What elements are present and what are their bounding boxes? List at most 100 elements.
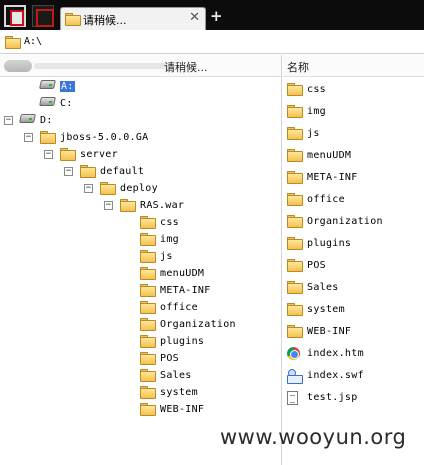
- tab-switcher-icon[interactable]: [32, 5, 54, 27]
- file-list-item[interactable]: office: [285, 191, 421, 209]
- tree-item-label: js: [160, 251, 173, 262]
- tree-item-label: A:: [60, 81, 75, 92]
- folder-icon: [287, 237, 303, 251]
- folder-icon: [287, 83, 303, 97]
- tree-item-label: menuUDM: [160, 268, 205, 279]
- tree-item-label: default: [100, 166, 145, 177]
- file-list-item[interactable]: system: [285, 301, 421, 319]
- tree-item-label: server: [80, 149, 118, 160]
- folder-icon: [287, 281, 303, 295]
- collapse-toggle-icon[interactable]: −: [4, 116, 13, 125]
- file-name: index.swf: [307, 370, 364, 381]
- file-list-item[interactable]: css: [285, 81, 421, 99]
- folder-icon: [287, 193, 303, 207]
- file-name: Sales: [307, 282, 339, 293]
- tree-item-label: RAS.war: [140, 200, 185, 211]
- tree-item-label: deploy: [120, 183, 158, 194]
- tree-item-label: css: [160, 217, 179, 228]
- folder-icon: [140, 335, 156, 349]
- file-list-item[interactable]: index.htm: [285, 345, 421, 363]
- file-list-item[interactable]: Sales: [285, 279, 421, 297]
- address-path[interactable]: A:\: [24, 36, 42, 47]
- folder-icon: [140, 267, 156, 281]
- file-list-item[interactable]: js: [285, 125, 421, 143]
- folder-icon: [140, 386, 156, 400]
- tree-column-title: 请稍候...: [164, 61, 208, 74]
- folder-icon: [140, 284, 156, 298]
- file-list-item[interactable]: index.swf: [285, 367, 421, 385]
- name-column-title: 名称: [287, 61, 309, 74]
- file-list-item[interactable]: Organization: [285, 213, 421, 231]
- watermark: www.wooyun.org: [220, 425, 407, 449]
- file-list-item[interactable]: META-INF: [285, 169, 421, 187]
- file-list-item[interactable]: menuUDM: [285, 147, 421, 165]
- tree-item-label: plugins: [160, 336, 205, 347]
- tree-item-label: office: [160, 302, 198, 313]
- file-list-item[interactable]: plugins: [285, 235, 421, 253]
- jsp-file-icon: [287, 391, 298, 408]
- folder-icon: [140, 403, 156, 417]
- drive-icon: [19, 114, 36, 126]
- file-name: css: [307, 84, 326, 95]
- folder-icon: [120, 199, 136, 213]
- file-name: js: [307, 128, 320, 139]
- chrome-icon: [287, 347, 300, 363]
- collapse-toggle-icon[interactable]: −: [44, 150, 53, 159]
- file-name: WEB-INF: [307, 326, 352, 337]
- folder-icon: [287, 127, 303, 141]
- tab-active[interactable]: 请稍候... ✕: [60, 7, 206, 30]
- folder-tree-pane: 请稍候... A: C: − D: − jboss-5.0.0.GA − server − def…: [0, 55, 282, 465]
- file-name: plugins: [307, 238, 352, 249]
- horizontal-scrollbar-thumb[interactable]: [4, 60, 32, 72]
- file-name: office: [307, 194, 345, 205]
- file-list-item[interactable]: test.jsp: [285, 389, 421, 407]
- app-menu-icon[interactable]: [4, 5, 26, 27]
- tree-item-label: Organization: [160, 319, 236, 330]
- folder-icon: [287, 215, 303, 229]
- swf-icon: [287, 369, 303, 386]
- folder-icon: [287, 105, 303, 119]
- folder-icon: [287, 171, 303, 185]
- close-icon[interactable]: ✕: [189, 10, 200, 25]
- new-tab-button[interactable]: +: [210, 7, 223, 25]
- tree-item-label: POS: [160, 353, 179, 364]
- folder-icon: [287, 149, 303, 163]
- tree-item-label: C:: [60, 98, 73, 109]
- folder-icon: [287, 325, 303, 339]
- tree-item-label: WEB-INF: [160, 404, 205, 415]
- tree-item-label: img: [160, 234, 179, 245]
- folder-icon: [140, 352, 156, 366]
- tree-item-label: system: [160, 387, 198, 398]
- folder-icon: [80, 165, 96, 179]
- file-name: index.htm: [307, 348, 364, 359]
- collapse-toggle-icon[interactable]: −: [84, 184, 93, 193]
- file-name: img: [307, 106, 326, 117]
- file-name: test.jsp: [307, 392, 358, 403]
- file-list-item[interactable]: WEB-INF: [285, 323, 421, 341]
- file-name: Organization: [307, 216, 383, 227]
- tab-bar: 请稍候... ✕ +: [0, 0, 424, 30]
- collapse-toggle-icon[interactable]: −: [64, 167, 73, 176]
- drive-icon: [39, 97, 56, 109]
- folder-icon: [140, 318, 156, 332]
- file-list-item[interactable]: POS: [285, 257, 421, 275]
- folder-icon: [140, 250, 156, 264]
- tree-item-label: Sales: [160, 370, 192, 381]
- folder-icon: [140, 369, 156, 383]
- file-list-item[interactable]: img: [285, 103, 421, 121]
- tree-header: 请稍候...: [0, 55, 281, 77]
- address-bar[interactable]: A:\: [0, 30, 424, 54]
- folder-icon: [5, 36, 21, 50]
- horizontal-scrollbar-track[interactable]: [34, 63, 174, 69]
- folder-icon: [60, 148, 76, 162]
- folder-icon: [287, 259, 303, 273]
- folder-icon: [65, 13, 81, 27]
- folder-icon: [100, 182, 116, 196]
- collapse-toggle-icon[interactable]: −: [24, 133, 33, 142]
- file-list-header[interactable]: 名称: [283, 55, 424, 77]
- tree-item-label: jboss-5.0.0.GA: [60, 132, 149, 143]
- file-name: menuUDM: [307, 150, 352, 161]
- collapse-toggle-icon[interactable]: −: [104, 201, 113, 210]
- tree-item-label: D:: [40, 115, 53, 126]
- folder-icon: [287, 303, 303, 317]
